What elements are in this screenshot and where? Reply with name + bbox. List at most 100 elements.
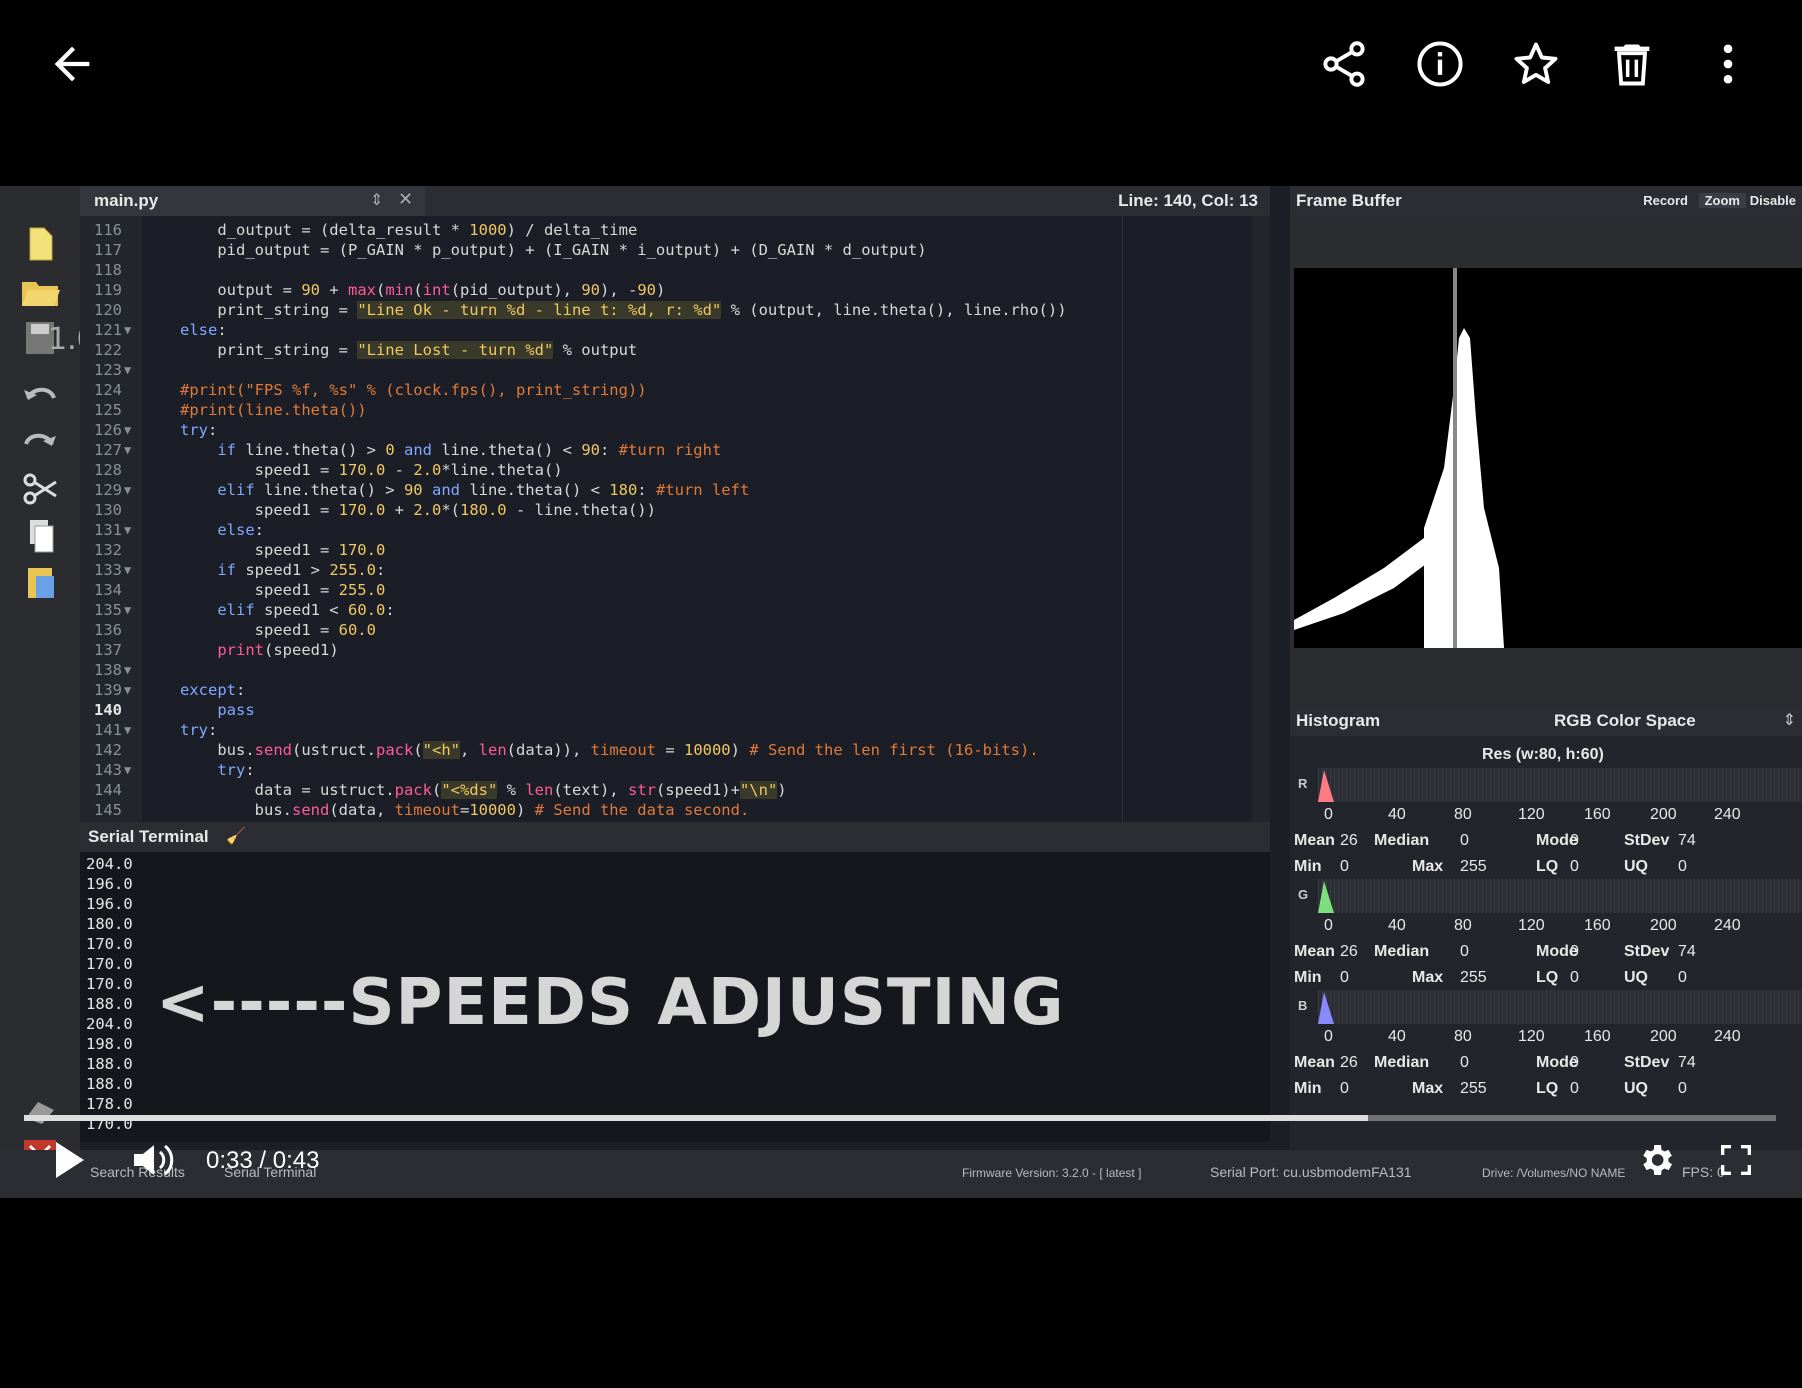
tab-label: main.py (94, 191, 159, 210)
frame-buffer-header: Frame Buffer Record Zoom Disable (1290, 186, 1802, 216)
fold-marker-icon[interactable]: ▼ (124, 760, 131, 780)
line-number: 118 (94, 261, 122, 279)
histogram-graph (1318, 879, 1802, 913)
stat-label: LQ (1536, 969, 1559, 986)
stat-value: 255 (1460, 969, 1487, 986)
fold-marker-icon[interactable]: ▼ (124, 680, 131, 700)
line-code: bus.send(ustruct.pack("<h", len(data)), … (180, 741, 1039, 759)
line-number: 145 (94, 801, 122, 819)
stat-label: StDev (1624, 1054, 1670, 1071)
terminal-header: Serial Terminal 🧹 (80, 822, 1270, 852)
axis-tick: 240 (1714, 917, 1741, 934)
axis-tick: 160 (1584, 806, 1611, 823)
terminal-line: 180.0 (86, 915, 133, 933)
line-number: 131 (94, 521, 122, 539)
clear-terminal-icon[interactable]: 🧹 (226, 826, 246, 846)
stat-label: StDev (1624, 832, 1670, 849)
colorspace-select[interactable]: RGB Color Space (1554, 711, 1696, 731)
stat-label: StDev (1624, 943, 1670, 960)
cut-icon[interactable] (18, 468, 62, 508)
stat-label: Max (1412, 858, 1444, 875)
code-editor[interactable]: main.py ⇕ ✕ Line: 140, Col: 13 116 d_out… (80, 186, 1270, 822)
line-code: data = ustruct.pack("<%ds" % len(text), … (180, 781, 787, 799)
share-icon[interactable] (1318, 38, 1370, 90)
settings-gear-icon[interactable] (1636, 1140, 1676, 1185)
histogram-channel: R 0 40 80 120 160 200 240 Mean 26 Median 0 Mode 0 StDe… (1290, 768, 1802, 896)
line-code: speed1 = 170.0 (180, 541, 386, 559)
editor-header: main.py ⇕ ✕ Line: 140, Col: 13 (80, 186, 1270, 216)
stat-label: Mean (1294, 1054, 1335, 1071)
undo-icon[interactable] (18, 376, 62, 416)
stat-value: 0 (1678, 969, 1687, 986)
stat-label: UQ (1624, 969, 1648, 986)
stat-value: 26 (1340, 832, 1358, 849)
fold-marker-icon[interactable]: ▼ (124, 320, 131, 340)
more-vert-icon[interactable] (1702, 38, 1754, 90)
stat-value: 74 (1678, 1054, 1696, 1071)
axis-tick: 40 (1388, 917, 1406, 934)
disable-button[interactable]: Disable (1744, 193, 1802, 208)
line-number: 116 (94, 221, 122, 239)
colorspace-dropdown-icon[interactable]: ⇕ (1783, 710, 1796, 730)
paste-icon[interactable] (18, 562, 62, 602)
firmware-version: Firmware Version: 3.2.0 - [ latest ] (962, 1166, 1142, 1180)
play-icon[interactable] (52, 1138, 88, 1187)
tab-close-icon[interactable]: ✕ (398, 189, 413, 210)
code-area[interactable]: 116 d_output = (delta_result * 1000) / d… (80, 216, 1270, 822)
line-number: 135 (94, 601, 122, 619)
stat-value: 74 (1678, 832, 1696, 849)
stat-label: UQ (1624, 1080, 1648, 1097)
editor-scrollbar[interactable] (1252, 216, 1270, 822)
fold-marker-icon[interactable]: ▼ (124, 440, 131, 460)
stat-label: Median (1374, 1054, 1430, 1071)
star-icon[interactable] (1510, 38, 1562, 90)
line-code: try: (180, 421, 218, 439)
fold-marker-icon[interactable]: ▼ (124, 660, 131, 680)
record-button[interactable]: Record (1637, 193, 1694, 208)
drive-path: Drive: /Volumes/NO NAME (1482, 1166, 1626, 1180)
axis-tick: 80 (1454, 806, 1472, 823)
fold-marker-icon[interactable]: ▼ (124, 420, 131, 440)
copy-icon[interactable] (18, 516, 62, 556)
line-code: speed1 = 60.0 (180, 621, 376, 639)
line-number: 119 (94, 281, 122, 299)
tab-main-py[interactable]: main.py ⇕ ✕ (80, 186, 425, 216)
axis-tick: 80 (1454, 917, 1472, 934)
connect-icon[interactable] (18, 1090, 62, 1130)
axis-tick: 0 (1324, 806, 1333, 823)
frame-buffer-panel: Frame Buffer Record Zoom Disable (1290, 186, 1802, 706)
info-icon[interactable] (1414, 38, 1466, 90)
back-arrow-icon[interactable] (46, 38, 98, 90)
fold-marker-icon[interactable]: ▼ (124, 480, 131, 500)
line-code: print(speed1) (217, 641, 339, 659)
line-number: 122 (94, 341, 122, 359)
video-caption-overlay: <-----SPEEDS ADJUSTING (156, 966, 1065, 1040)
new-file-icon[interactable] (18, 224, 62, 264)
photo-viewer-topbar (0, 0, 1802, 130)
channel-label: B (1298, 998, 1308, 1013)
redo-icon[interactable] (18, 422, 62, 462)
fold-marker-icon[interactable]: ▼ (124, 560, 131, 580)
stat-label: LQ (1536, 858, 1559, 875)
cursor-position: Line: 140, Col: 13 (1118, 191, 1258, 210)
line-code: try: (217, 761, 255, 779)
fold-marker-icon[interactable]: ▼ (124, 520, 131, 540)
terminal-line: 196.0 (86, 895, 133, 913)
line-number: 142 (94, 741, 122, 759)
stat-label: LQ (1536, 1080, 1559, 1097)
line-code: #print(line.theta()) (180, 401, 367, 419)
tab-switch-icon[interactable]: ⇕ (370, 190, 383, 210)
open-folder-icon[interactable] (18, 272, 62, 312)
zoom-button[interactable]: Zoom (1698, 193, 1746, 208)
video-progress-bar[interactable] (24, 1115, 1776, 1121)
fold-marker-icon[interactable]: ▼ (124, 360, 131, 380)
fold-marker-icon[interactable]: ▼ (124, 600, 131, 620)
fold-marker-icon[interactable]: ▼ (124, 720, 131, 740)
trash-icon[interactable] (1606, 38, 1658, 90)
axis-tick: 160 (1584, 917, 1611, 934)
fullscreen-icon[interactable] (1716, 1140, 1756, 1185)
volume-icon[interactable] (130, 1138, 178, 1187)
video-frame[interactable]: 1.00 main.py ⇕ ✕ Line: 140, Col: 13 116 … (0, 186, 1802, 1198)
histogram-title: Histogram (1296, 711, 1381, 730)
stat-value: 0 (1340, 969, 1349, 986)
